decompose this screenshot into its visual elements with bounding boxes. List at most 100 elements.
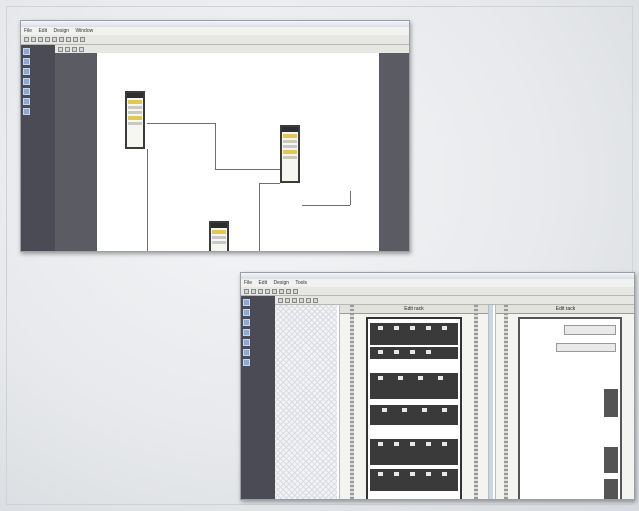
connector-line[interactable] xyxy=(259,183,280,184)
connector-line[interactable] xyxy=(259,183,260,251)
rack-device[interactable] xyxy=(370,439,458,465)
select-icon[interactable] xyxy=(278,297,283,303)
rack-device[interactable] xyxy=(370,469,458,491)
panel-title: Edit rack xyxy=(340,305,488,314)
sidebar-item[interactable] xyxy=(243,329,273,336)
text-icon[interactable] xyxy=(72,46,77,52)
diagram-node[interactable] xyxy=(280,125,300,183)
group-icon[interactable] xyxy=(306,297,311,303)
cut-icon[interactable] xyxy=(265,288,270,294)
rack-device[interactable] xyxy=(556,343,616,352)
undo-icon[interactable] xyxy=(66,37,71,42)
connector-line[interactable] xyxy=(350,191,351,205)
panel-title: Edit rack xyxy=(496,305,634,314)
rack-panel: Edit rack xyxy=(495,305,634,499)
menu-window[interactable]: Window xyxy=(75,28,93,34)
copy-icon[interactable] xyxy=(52,37,57,42)
rack-device[interactable] xyxy=(370,405,458,425)
zoom-icon[interactable] xyxy=(80,37,85,42)
sidebar-item[interactable] xyxy=(243,359,273,366)
new-icon[interactable] xyxy=(244,288,249,294)
rack-rail xyxy=(504,305,508,499)
connect-icon[interactable] xyxy=(65,46,70,52)
zoom-icon[interactable] xyxy=(293,288,298,294)
rack-frame[interactable] xyxy=(366,317,462,499)
sidebar-item[interactable] xyxy=(243,319,273,326)
rack-device[interactable] xyxy=(604,447,618,473)
equipment-icon xyxy=(243,309,250,316)
rack-device[interactable] xyxy=(370,347,458,359)
equipment-icon xyxy=(243,329,250,336)
menu-tools[interactable]: Tools xyxy=(295,280,307,286)
rack-rail xyxy=(350,305,354,499)
menu-edit[interactable]: Edit xyxy=(258,280,267,286)
menu-file[interactable]: File xyxy=(244,280,252,286)
sidebar-item[interactable] xyxy=(23,98,53,105)
menu-edit[interactable]: Edit xyxy=(38,28,47,34)
rack-device[interactable] xyxy=(604,389,618,417)
shape-icon xyxy=(23,48,30,55)
cut-icon[interactable] xyxy=(45,37,50,42)
sidebar-item[interactable] xyxy=(23,108,53,115)
connector-line[interactable] xyxy=(302,205,350,206)
move-icon[interactable] xyxy=(285,297,290,303)
splitter[interactable] xyxy=(489,305,493,499)
redo-icon[interactable] xyxy=(286,288,291,294)
sidebar-item[interactable] xyxy=(23,68,53,75)
diagram-editor-screenshot: File Edit Design Window xyxy=(20,20,410,252)
equipment-icon xyxy=(243,339,250,346)
shape-icon xyxy=(23,58,30,65)
shape-icon xyxy=(23,108,30,115)
equipment-icon xyxy=(243,299,250,306)
redo-icon[interactable] xyxy=(73,37,78,42)
sidebar-item[interactable] xyxy=(243,339,273,346)
copy-icon[interactable] xyxy=(272,288,277,294)
diagram-node[interactable] xyxy=(209,221,229,251)
paste-icon[interactable] xyxy=(59,37,64,42)
diagram-node[interactable] xyxy=(125,91,145,149)
align-icon[interactable] xyxy=(79,46,84,52)
sidebar-item[interactable] xyxy=(23,78,53,85)
sidebar-item[interactable] xyxy=(23,88,53,95)
menu-design[interactable]: Design xyxy=(273,280,289,286)
connector-line[interactable] xyxy=(215,169,280,170)
layer-icon[interactable] xyxy=(313,297,318,303)
rack-device[interactable] xyxy=(604,479,618,499)
rack-device[interactable] xyxy=(370,323,458,345)
secondary-toolbar xyxy=(275,296,634,305)
menu-bar: File Edit Design Window xyxy=(21,27,409,35)
equipment-icon xyxy=(243,349,250,356)
select-icon[interactable] xyxy=(58,46,63,52)
rack-device[interactable] xyxy=(564,325,616,335)
connector-line[interactable] xyxy=(215,123,216,169)
diagram-canvas[interactable] xyxy=(97,53,379,251)
connector-line[interactable] xyxy=(147,123,215,124)
rack-frame[interactable] xyxy=(518,317,622,499)
main-toolbar xyxy=(21,35,409,45)
main-toolbar xyxy=(241,287,634,296)
sidebar-item[interactable] xyxy=(23,58,53,65)
undo-icon[interactable] xyxy=(279,288,284,294)
shape-icon xyxy=(23,88,30,95)
open-icon[interactable] xyxy=(251,288,256,294)
rotate-icon[interactable] xyxy=(292,297,297,303)
rack-device[interactable] xyxy=(370,373,458,399)
stencil-grid[interactable] xyxy=(275,305,337,499)
open-icon[interactable] xyxy=(31,37,36,42)
menu-file[interactable]: File xyxy=(24,28,32,34)
sidebar-item[interactable] xyxy=(243,299,273,306)
sidebar-item[interactable] xyxy=(23,48,53,55)
sidebar-item[interactable] xyxy=(243,309,273,316)
sidebar-item[interactable] xyxy=(243,349,273,356)
align-icon[interactable] xyxy=(299,297,304,303)
menu-design[interactable]: Design xyxy=(53,28,69,34)
connector-line[interactable] xyxy=(147,149,148,251)
shape-icon xyxy=(23,68,30,75)
new-icon[interactable] xyxy=(24,37,29,42)
shape-icon xyxy=(23,78,30,85)
rack-editor-screenshot: File Edit Design Tools Edit rack Edit ra… xyxy=(240,272,635,500)
menu-bar: File Edit Design Tools xyxy=(241,279,634,287)
save-icon[interactable] xyxy=(38,37,43,42)
sidebar xyxy=(241,296,275,499)
save-icon[interactable] xyxy=(258,288,263,294)
